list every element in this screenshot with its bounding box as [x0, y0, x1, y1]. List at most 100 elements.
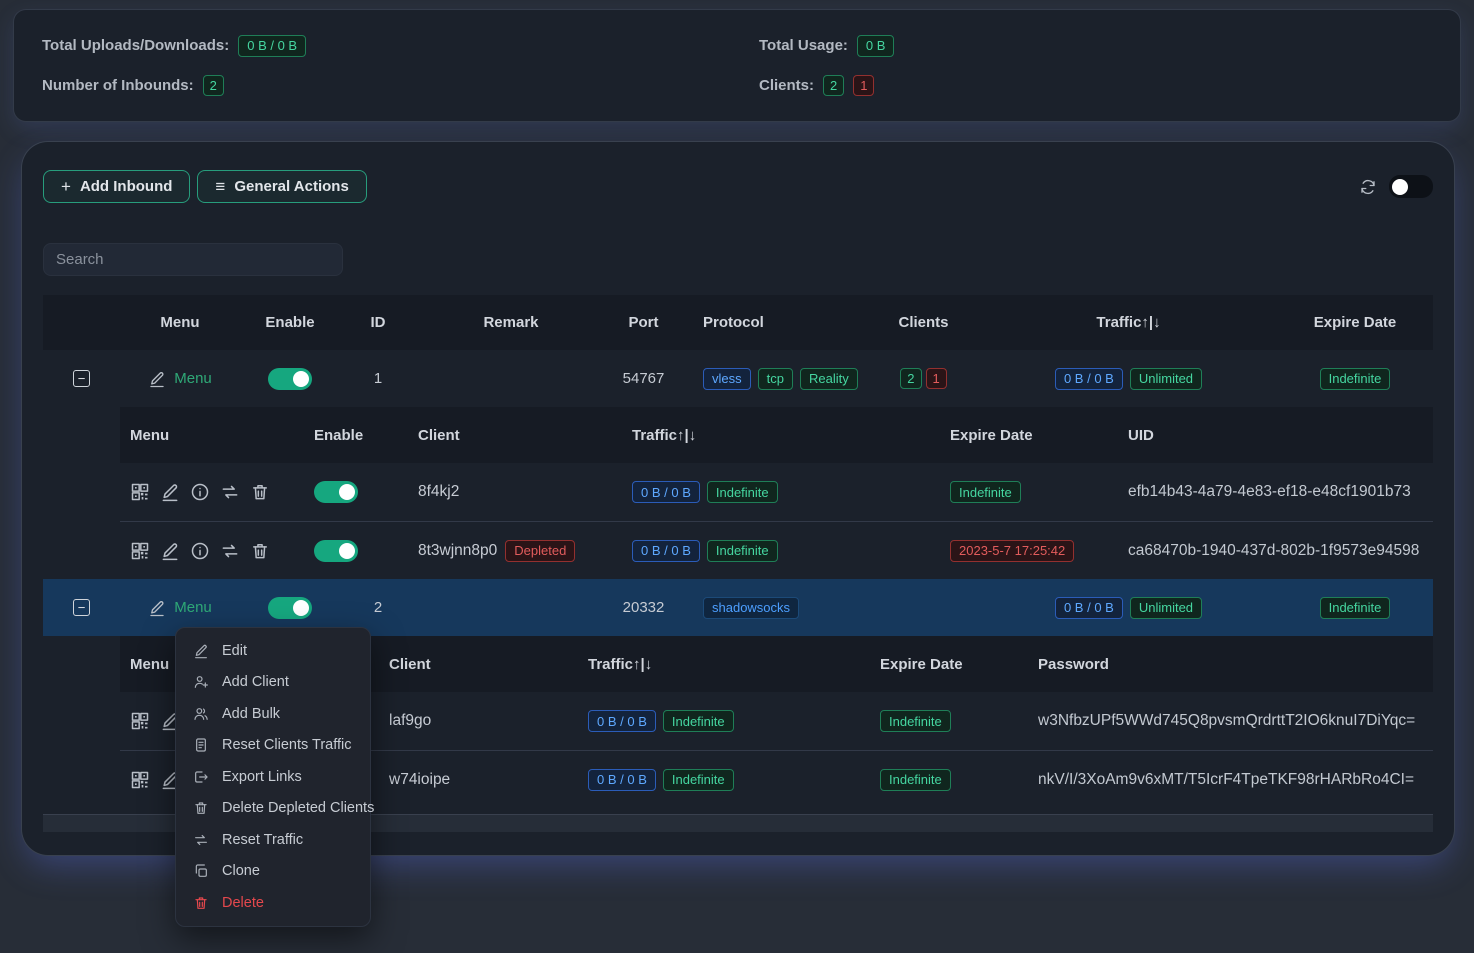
stat-label: Number of Inbounds:	[42, 77, 194, 94]
col-header-password: Password	[1030, 656, 1439, 673]
col-header-enable: Enable	[240, 314, 340, 331]
trash-icon[interactable]	[250, 482, 270, 502]
refresh-icon[interactable]	[1359, 178, 1377, 196]
plus-icon: +	[61, 177, 71, 197]
general-actions-label: General Actions	[234, 178, 348, 195]
traffic-badges: 0 B / 0 B Indefinite	[620, 540, 940, 562]
qr-code-icon[interactable]	[130, 482, 150, 502]
client-uid: efb14b43-4a79-4e83-ef18-e48cf1901b73	[1128, 483, 1411, 501]
reset-traffic-icon[interactable]	[220, 541, 240, 561]
menu-item-label: Add Bulk	[222, 706, 280, 722]
menu-item-label: Reset Traffic	[222, 832, 303, 848]
trash-icon	[193, 895, 209, 911]
toolbar: + Add Inbound ≡ General Actions	[43, 170, 1433, 203]
col-header-port: Port	[606, 314, 681, 331]
clients-table-header-vless: Menu Enable Client Traffic↑|↓ Expire Dat…	[120, 407, 1433, 463]
row-menu-button[interactable]: Menu	[148, 370, 212, 388]
menu-item-add-bulk[interactable]: Add Bulk	[176, 698, 370, 730]
menu-item-add-client[interactable]: Add Client	[176, 667, 370, 699]
users-icon	[193, 706, 209, 722]
add-inbound-button[interactable]: + Add Inbound	[43, 170, 190, 203]
client-row: 8f4kj2 0 B / 0 B Indefinite Indefinite e…	[120, 463, 1433, 521]
menu-item-edit[interactable]: Edit	[176, 635, 370, 667]
clients-depleted-badge: 1	[853, 75, 874, 96]
protocol-tag: vless	[703, 368, 751, 390]
row-menu-button[interactable]: Menu	[148, 599, 212, 617]
edit-icon[interactable]	[160, 482, 180, 502]
traffic-badges: 0 B / 0 B Unlimited	[986, 368, 1271, 390]
qr-code-icon[interactable]	[130, 711, 150, 731]
user-add-icon	[193, 674, 209, 690]
traffic-badge: 0 B / 0 B	[632, 540, 700, 562]
edit-icon	[193, 643, 209, 659]
menu-item-label: Add Client	[222, 674, 289, 690]
traffic-badges: 0 B / 0 B Indefinite	[580, 710, 870, 732]
stat-total-uploads-downloads: Total Uploads/Downloads: 0 B / 0 B	[42, 35, 737, 57]
info-icon[interactable]	[190, 482, 210, 502]
col-header-id: ID	[340, 314, 416, 331]
menu-item-clone[interactable]: Clone	[176, 856, 370, 888]
inbound-port: 20332	[606, 599, 681, 616]
stat-label: Total Usage:	[759, 37, 848, 54]
traffic-badge: 0 B / 0 B	[588, 769, 656, 791]
expire-badge: Indefinite	[880, 710, 951, 732]
col-header-traffic-sort[interactable]: Traffic↑|↓	[580, 656, 870, 673]
qr-code-icon[interactable]	[130, 770, 150, 790]
inbound-row-1: − Menu 1 54767 vless tcp Reality 2 1 0 B…	[43, 350, 1433, 407]
col-header-clients: Clients	[861, 314, 986, 331]
traffic-badges: 0 B / 0 B Indefinite	[580, 769, 870, 791]
reset-traffic-icon	[193, 832, 209, 848]
col-header-traffic-sort[interactable]: Traffic↑|↓	[620, 427, 940, 444]
inbound-id: 2	[340, 599, 416, 616]
traffic-limit-badge: Indefinite	[707, 540, 778, 562]
protocol-tag: tcp	[758, 368, 793, 390]
trash-icon[interactable]	[250, 541, 270, 561]
client-name: w74ioipe	[389, 771, 450, 789]
stats-card: Total Uploads/Downloads: 0 B / 0 B Total…	[14, 10, 1460, 121]
trash-icon	[193, 800, 209, 816]
reset-traffic-icon[interactable]	[220, 482, 240, 502]
menu-item-reset-clients-traffic[interactable]: Reset Clients Traffic	[176, 730, 370, 762]
protocol-tag: Reality	[800, 368, 858, 390]
protocol-tag: shadowsocks	[703, 597, 799, 619]
enable-toggle[interactable]	[268, 368, 312, 390]
menu-item-reset-traffic[interactable]: Reset Traffic	[176, 824, 370, 856]
total-uploads-downloads-badge: 0 B / 0 B	[238, 35, 306, 57]
edit-icon[interactable]	[160, 541, 180, 561]
client-actions	[120, 541, 300, 561]
qr-code-icon[interactable]	[130, 541, 150, 561]
general-actions-button[interactable]: ≡ General Actions	[197, 170, 366, 203]
col-header-enable: Enable	[300, 427, 410, 444]
info-icon[interactable]	[190, 541, 210, 561]
traffic-badge: 0 B / 0 B	[1055, 368, 1123, 390]
inbounds-count-badge: 2	[203, 75, 224, 96]
stat-number-of-inbounds: Number of Inbounds: 2	[42, 75, 737, 96]
menu-item-delete[interactable]: Delete	[176, 887, 370, 919]
col-header-client: Client	[410, 427, 620, 444]
menu-item-label: Delete	[222, 895, 264, 911]
collapse-row-button[interactable]: −	[73, 370, 90, 387]
col-header-expire-date: Expire Date	[1271, 314, 1439, 331]
col-header-traffic-sort[interactable]: Traffic↑|↓	[986, 314, 1271, 331]
toggle-knob	[293, 600, 309, 616]
dark-mode-toggle[interactable]	[1389, 175, 1433, 198]
enable-toggle[interactable]	[314, 540, 358, 562]
menu-item-export-links[interactable]: Export Links	[176, 761, 370, 793]
clients-depleted-badge: 1	[926, 368, 947, 389]
add-inbound-label: Add Inbound	[80, 178, 172, 195]
col-header-menu: Menu	[120, 427, 300, 444]
menu-item-label: Edit	[222, 643, 247, 659]
enable-toggle[interactable]	[268, 597, 312, 619]
client-password: nkV/I/3XoAm9v6xMT/T5IcrF4TpeTKF98rHARbRo…	[1038, 771, 1414, 789]
depleted-badge: Depleted	[505, 540, 575, 562]
collapse-row-button[interactable]: −	[73, 599, 90, 616]
toggle-knob	[339, 484, 355, 500]
traffic-limit-badge: Unlimited	[1130, 368, 1202, 390]
clients-badges: 2 1	[861, 368, 986, 389]
search-input[interactable]	[43, 243, 343, 276]
menu-item-delete-depleted-clients[interactable]: Delete Depleted Clients	[176, 793, 370, 825]
row-menu-label: Menu	[174, 599, 212, 616]
protocol-tags: vless tcp Reality	[681, 368, 861, 390]
inbound-id: 1	[340, 370, 416, 387]
enable-toggle[interactable]	[314, 481, 358, 503]
